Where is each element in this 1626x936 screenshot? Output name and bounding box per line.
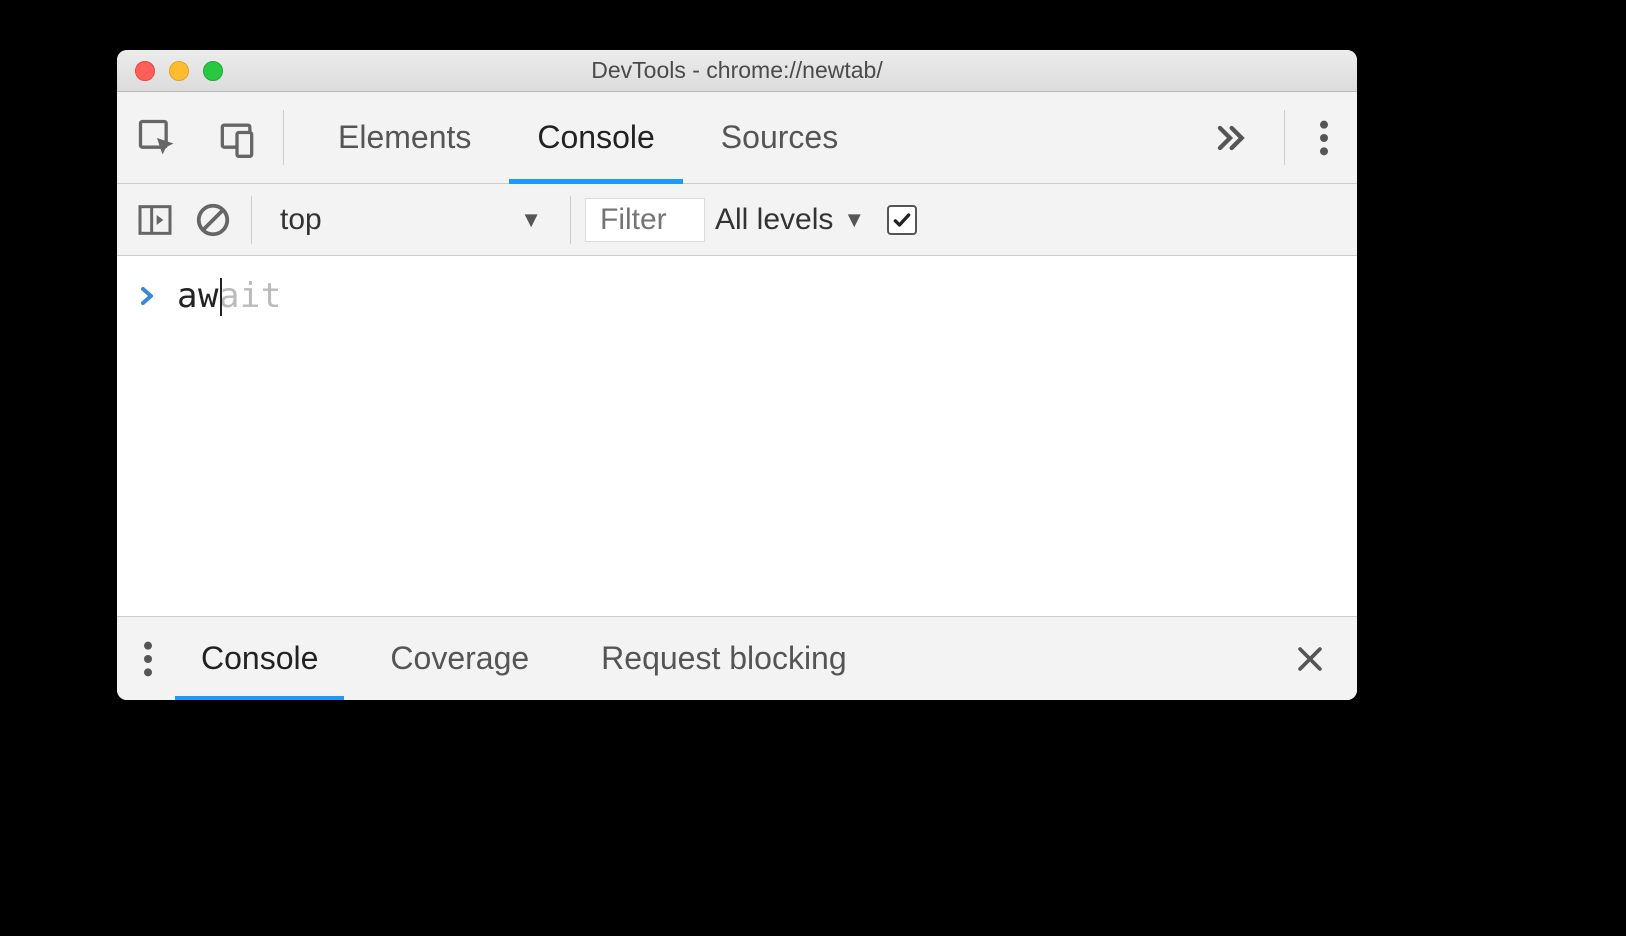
group-similar-checkbox[interactable] <box>887 205 917 235</box>
drawer-tab-coverage[interactable]: Coverage <box>364 617 555 700</box>
close-window-button[interactable] <box>135 61 155 81</box>
chevron-double-right-icon <box>1210 118 1250 158</box>
text-cursor <box>220 278 222 316</box>
more-tabs-button[interactable] <box>1182 92 1278 183</box>
minimize-window-button[interactable] <box>169 61 189 81</box>
sidebar-icon <box>135 200 175 240</box>
clear-icon <box>194 201 232 239</box>
tab-elements[interactable]: Elements <box>310 92 499 183</box>
vertical-dots-icon <box>1319 118 1329 158</box>
main-tabbar: Elements Console Sources <box>117 92 1357 184</box>
inspect-icon <box>135 116 179 160</box>
titlebar: DevTools - chrome://newtab/ <box>117 50 1357 92</box>
clear-console-button[interactable] <box>189 201 237 239</box>
device-icon <box>215 116 259 160</box>
tab-console[interactable]: Console <box>509 92 682 183</box>
typed-text: aw <box>177 276 219 316</box>
filter-input[interactable] <box>585 198 705 242</box>
autocomplete-ghost: ait <box>219 276 282 316</box>
main-tabs: Elements Console Sources <box>290 92 1182 183</box>
separator <box>283 110 284 165</box>
levels-label: All levels <box>715 203 833 237</box>
drawer-tab-request-blocking[interactable]: Request blocking <box>575 617 872 700</box>
triangle-down-icon: ▼ <box>520 207 542 233</box>
drawer-close-button[interactable] <box>1271 617 1349 700</box>
console-body: await <box>117 256 1357 616</box>
fullscreen-window-button[interactable] <box>203 61 223 81</box>
sidebar-toggle-button[interactable] <box>131 200 179 240</box>
drawer-tab-console[interactable]: Console <box>175 617 344 700</box>
device-toggle-button[interactable] <box>197 92 277 183</box>
prompt-chevron-icon <box>135 284 159 308</box>
drawer-menu-button[interactable] <box>125 617 171 700</box>
separator <box>570 196 571 244</box>
log-levels-selector[interactable]: All levels ▼ <box>715 203 865 237</box>
drawer-tabs: Console Coverage Request blocking <box>171 617 1271 700</box>
check-icon <box>892 210 912 230</box>
context-label: top <box>280 203 322 237</box>
console-prompt[interactable]: await <box>117 256 1357 322</box>
vertical-dots-icon <box>143 639 153 679</box>
close-icon <box>1293 642 1327 676</box>
devtools-window: DevTools - chrome://newtab/ Elements Con… <box>117 50 1357 700</box>
separator <box>251 196 252 244</box>
drawer-tabbar: Console Coverage Request blocking <box>117 616 1357 700</box>
tab-sources[interactable]: Sources <box>693 92 866 183</box>
settings-menu-button[interactable] <box>1291 92 1357 183</box>
window-controls <box>117 61 223 81</box>
console-toolbar: top ▼ All levels ▼ <box>117 184 1357 256</box>
separator <box>1284 110 1285 165</box>
console-input[interactable]: await <box>177 276 282 316</box>
window-title: DevTools - chrome://newtab/ <box>117 57 1357 84</box>
triangle-down-icon: ▼ <box>843 207 865 233</box>
inspect-element-button[interactable] <box>117 92 197 183</box>
context-selector[interactable]: top ▼ <box>266 203 556 237</box>
